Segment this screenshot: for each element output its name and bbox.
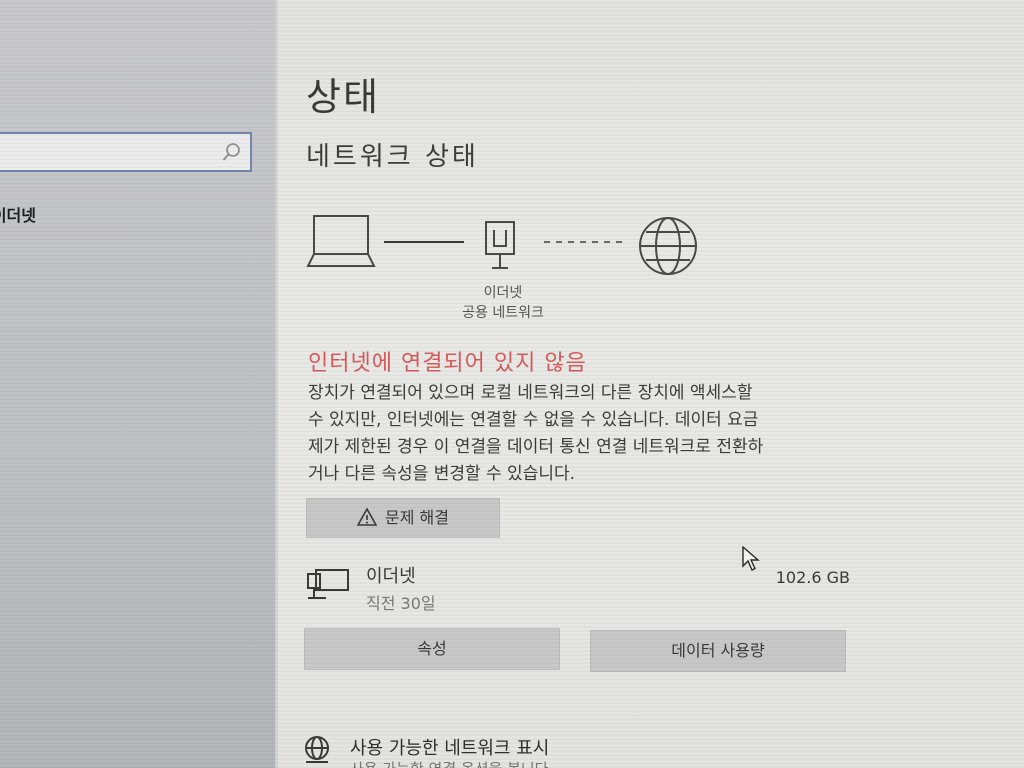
alert-body: 장치가 연결되어 있으며 로컬 네트워크의 다른 장치에 액세스할 수 있지만,…	[308, 380, 868, 488]
search-icon[interactable]	[222, 142, 242, 162]
network-globe-icon	[305, 736, 329, 763]
page-title: 상태	[306, 75, 380, 119]
show-networks-link[interactable]: 사용 가능한 네트워크 표시	[350, 734, 549, 760]
adapter-name: 이더넷	[483, 285, 523, 301]
show-networks-description: 사용 가능한 연결 옵션을 봅니다	[350, 758, 548, 768]
sidebar: 이더넷	[0, 0, 275, 768]
mouse-cursor-icon	[742, 546, 760, 571]
properties-label: 속성	[417, 639, 447, 658]
ethernet-adapter-icon	[485, 221, 515, 269]
alert-body-line: 장치가 연결되어 있으며 로컬 네트워크의 다른 장치에 액세스할	[308, 383, 753, 403]
troubleshoot-button[interactable]: 문제 해결	[306, 498, 500, 538]
data-usage-button[interactable]: 데이터 사용량	[590, 630, 846, 672]
globe-icon	[639, 217, 697, 275]
main-panel: 상태 네트워크 상태 이더넷 공용 네트워크 인터넷에 연결되어 있지 않음 장…	[278, 0, 1024, 768]
data-usage-label: 데이터 사용량	[671, 641, 765, 660]
section-title: 네트워크 상태	[306, 142, 479, 172]
connection-name: 이더넷	[366, 566, 416, 587]
connection-period: 직전 30일	[366, 594, 436, 613]
properties-button[interactable]: 속성	[304, 628, 560, 670]
sidebar-item-ethernet[interactable]: 이더넷	[0, 202, 36, 226]
sidebar-item-label: 이더넷	[0, 206, 36, 225]
laptop-icon	[306, 215, 376, 267]
screen: 이더넷 상태 네트워크 상태	[0, 0, 1024, 768]
network-diagram	[306, 215, 697, 275]
ethernet-icon	[307, 569, 349, 599]
alert-body-line: 제가 제한된 경우 이 연결을 데이터 통신 연결 네트워크로 전환하	[308, 437, 764, 457]
alert-body-line: 수 있지만, 인터넷에는 연결할 수 없을 수 있습니다. 데이터 요금	[308, 410, 759, 430]
connection-usage: 102.6 GB	[775, 568, 850, 587]
warning-icon	[356, 507, 378, 526]
alert-title: 인터넷에 연결되어 있지 않음	[308, 351, 587, 376]
alert-body-line: 거나 다른 속성을 변경할 수 있습니다.	[308, 464, 576, 484]
network-type: 공용 네트워크	[462, 305, 544, 321]
troubleshoot-label: 문제 해결	[385, 508, 449, 527]
search-input[interactable]	[0, 132, 252, 172]
